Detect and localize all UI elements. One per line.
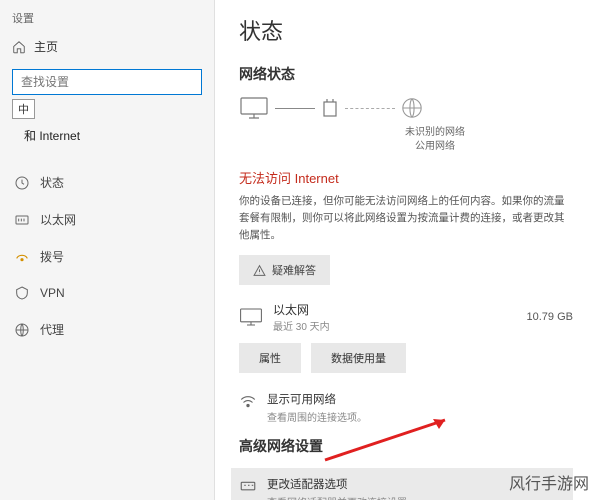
ethernet-period: 最近 30 天内 (273, 318, 517, 333)
ethernet-device-icon (239, 307, 263, 327)
sidebar-item-vpn[interactable]: VPN (0, 275, 214, 311)
sidebar-item-ethernet[interactable]: 以太网 (0, 201, 214, 238)
error-title: 无法访问 Internet (239, 168, 573, 187)
connection-line-solid (275, 108, 315, 109)
pc-icon (239, 96, 269, 120)
data-usage-button[interactable]: 数据使用量 (311, 343, 406, 373)
ethernet-usage: 10.79 GB (527, 311, 573, 323)
adapter-options-title: 更改适配器选项 (267, 476, 417, 492)
sidebar-item-label: 状态 (40, 174, 64, 191)
home-icon (12, 40, 26, 54)
ethernet-name: 以太网 (273, 301, 517, 318)
home-link[interactable]: 主页 (12, 34, 202, 59)
network-diagram (239, 96, 573, 120)
network-caption: 未识别的网络 公用网络 (297, 126, 573, 154)
ethernet-icon (14, 212, 30, 228)
sidebar: 设置 主页 中 和 Internet 状态 以太网 (0, 0, 215, 500)
app-title: 设置 (12, 10, 202, 26)
troubleshoot-label: 疑难解答 (272, 262, 316, 278)
show-networks-option[interactable]: 显示可用网络 查看周围的连接选项。 (239, 391, 573, 424)
page-title: 状态 (239, 14, 573, 46)
router-icon (321, 96, 339, 120)
vpn-icon (14, 285, 30, 301)
troubleshoot-button[interactable]: 疑难解答 (239, 255, 330, 285)
sidebar-nav: 状态 以太网 拨号 VPN (0, 164, 214, 348)
show-networks-title: 显示可用网络 (267, 391, 367, 407)
connection-line-dashed (345, 108, 395, 109)
ime-indicator: 中 (12, 99, 35, 119)
warning-icon (253, 264, 266, 277)
proxy-icon (14, 322, 30, 338)
main-content: 状态 网络状态 未识别的网络 公用网络 无法访问 Internet 你的设备已连… (215, 0, 597, 500)
home-label: 主页 (34, 38, 58, 55)
advanced-heading: 高级网络设置 (239, 436, 573, 456)
sidebar-item-label: 拨号 (40, 248, 64, 265)
show-networks-sub: 查看周围的连接选项。 (267, 409, 367, 424)
ethernet-usage-block: 以太网 最近 30 天内 10.79 GB (239, 301, 573, 333)
network-status-heading: 网络状态 (239, 64, 573, 84)
adapter-icon (239, 477, 257, 495)
section-header: 和 Internet (12, 121, 202, 150)
properties-button[interactable]: 属性 (239, 343, 301, 373)
sidebar-item-label: 以太网 (40, 211, 76, 228)
sidebar-item-label: 代理 (40, 321, 64, 338)
sidebar-item-status[interactable]: 状态 (0, 164, 214, 201)
status-icon (14, 175, 30, 191)
dialup-icon (14, 249, 30, 265)
watermark: 风行手游网 (509, 470, 589, 494)
sidebar-item-label: VPN (40, 286, 65, 300)
adapter-options-sub: 查看网络适配器并更改连接设置。 (267, 494, 417, 500)
sidebar-item-proxy[interactable]: 代理 (0, 311, 214, 348)
sidebar-item-dialup[interactable]: 拨号 (0, 238, 214, 275)
wifi-icon (239, 392, 257, 410)
error-description: 你的设备已连接，但你可能无法访问网络上的任何内容。如果你的流量套餐有限制，则你可… (239, 193, 573, 243)
search-input[interactable] (12, 69, 202, 95)
globe-icon (401, 97, 423, 119)
